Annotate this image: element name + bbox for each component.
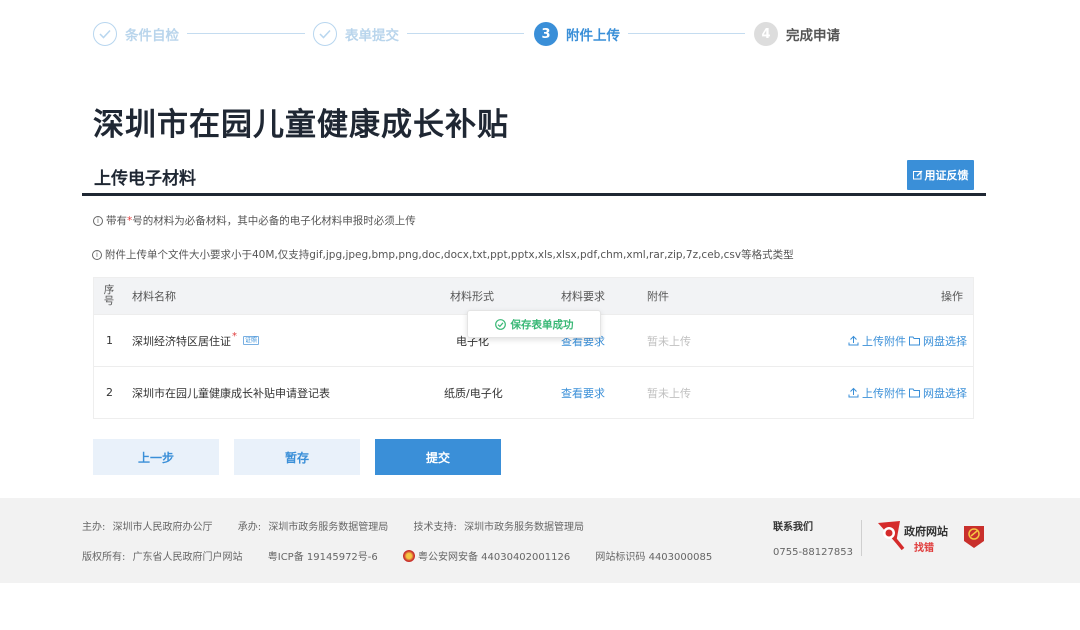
upload-icon	[848, 335, 859, 346]
copyright-value[interactable]: 广东省人民政府门户网站	[133, 552, 243, 563]
disk-select-button[interactable]: 网盘选择	[909, 367, 967, 418]
materials-table: 序 号 材料名称 材料形式 材料要求 附件 操作 1 深圳经济特区居住证*证照 …	[93, 277, 974, 419]
header-name: 材料名称	[132, 278, 176, 314]
format-note-text: 附件上传单个文件大小要求小于40M,仅支持gif,jpg,jpeg,bmp,pn…	[105, 247, 794, 262]
disk-label: 网盘选择	[923, 333, 967, 349]
step-condition-check: 条件自检	[93, 21, 179, 47]
step-label: 附件上传	[566, 24, 620, 44]
header-seq-bottom: 号	[104, 296, 115, 307]
folder-icon	[909, 388, 920, 398]
party-emblem-icon[interactable]	[963, 525, 985, 549]
row-name: 深圳经济特区居住证* 证照	[132, 315, 259, 366]
undertake-value: 深圳市政务服务数据管理局	[268, 522, 388, 533]
section-title: 上传电子材料	[94, 164, 196, 189]
format-note: i 附件上传单个文件大小要求小于40M,仅支持gif,jpg,jpeg,bmp,…	[92, 247, 794, 262]
host-label: 主办:	[82, 522, 105, 533]
row-seq: 2	[106, 367, 113, 418]
step-attachment-upload: 3 附件上传	[534, 21, 620, 47]
attachment-status: 暂未上传	[647, 315, 691, 366]
feedback-button-label: 用证反馈	[925, 167, 969, 183]
header-seq: 序 号	[102, 278, 116, 314]
material-name: 深圳市在园儿童健康成长补贴申请登记表	[132, 385, 330, 401]
disk-select-button[interactable]: 网盘选择	[909, 315, 967, 366]
header-attachment: 附件	[647, 278, 669, 314]
tech-value: 深圳市政务服务数据管理局	[464, 522, 584, 533]
site-footer: 主办: 深圳市人民政府办公厅 承办: 深圳市政务服务数据管理局 技术支持: 深圳…	[0, 498, 1080, 583]
step-complete: 4 完成申请	[754, 21, 840, 47]
upload-icon	[848, 387, 859, 398]
step-label: 完成申请	[786, 24, 840, 44]
info-icon: i	[93, 216, 103, 226]
upload-label: 上传附件	[862, 385, 906, 401]
row-seq: 1	[106, 315, 113, 366]
required-note: i 带有*号的材料为必备材料，其中必备的电子化材料申报时必须上传	[93, 213, 416, 228]
material-name: 深圳经济特区居住证	[132, 333, 231, 349]
upload-label: 上传附件	[862, 333, 906, 349]
step-connector	[407, 33, 524, 34]
step-form-submit: 表单提交	[313, 21, 399, 47]
check-icon	[313, 22, 337, 46]
certificate-badge: 证照	[243, 336, 259, 345]
table-header: 序 号 材料名称 材料形式 材料要求 附件 操作	[94, 278, 973, 314]
upload-attachment-button[interactable]: 上传附件	[848, 367, 906, 418]
row-name: 深圳市在园儿童健康成长补贴申请登记表	[132, 367, 330, 418]
logo-text-line2: 找错	[914, 539, 934, 554]
prev-step-button[interactable]: 上一步	[93, 439, 219, 475]
section-header: 上传电子材料 用证反馈	[82, 158, 986, 196]
folder-icon	[909, 336, 920, 346]
logo-text-line1: 政府网站	[904, 523, 948, 539]
required-star: *	[232, 331, 237, 342]
site-code: 网站标识码 4403000085	[595, 552, 712, 563]
success-check-icon	[495, 319, 506, 330]
required-note-prefix: 带有	[106, 213, 127, 228]
police-record[interactable]: 粤公安网安备 44030402001126	[418, 552, 570, 563]
step-connector	[628, 33, 745, 34]
footer-line-1: 主办: 深圳市人民政府办公厅 承办: 深圳市政务服务数据管理局 技术支持: 深圳…	[82, 518, 588, 533]
required-note-suffix: 号的材料为必备材料，其中必备的电子化材料申报时必须上传	[132, 213, 416, 228]
footer-divider	[861, 520, 862, 556]
save-success-toast: 保存表单成功	[467, 310, 601, 338]
undertake-label: 承办:	[238, 522, 261, 533]
tech-label: 技术支持:	[414, 522, 457, 533]
disk-label: 网盘选择	[923, 385, 967, 401]
contact-label: 联系我们	[773, 518, 813, 533]
copyright-label: 版权所有:	[82, 552, 125, 563]
gov-site-error-report-logo[interactable]: 政府网站 找错	[876, 519, 954, 553]
footer-line-2: 版权所有: 广东省人民政府门户网站 粤ICP备 19145972号-6 粤公安网…	[82, 548, 716, 563]
upload-attachment-button[interactable]: 上传附件	[848, 315, 906, 366]
header-requirement: 材料要求	[561, 278, 605, 314]
step-connector	[187, 33, 305, 34]
check-icon	[93, 22, 117, 46]
magnifier-icon	[876, 519, 906, 553]
progress-stepper: 条件自检 表单提交 3 附件上传 4 完成申请	[93, 21, 853, 47]
feedback-button[interactable]: 用证反馈	[907, 160, 974, 190]
info-icon: i	[92, 250, 102, 260]
submit-button[interactable]: 提交	[375, 439, 501, 475]
step-number: 3	[534, 22, 558, 46]
header-action: 操作	[941, 278, 963, 314]
contact-phone: 0755-88127853	[773, 547, 853, 558]
police-badge-icon	[403, 550, 415, 562]
save-draft-button[interactable]: 暂存	[234, 439, 360, 475]
step-label: 条件自检	[125, 24, 179, 44]
page-title: 深圳市在园儿童健康成长补贴	[93, 99, 509, 144]
step-label: 表单提交	[345, 24, 399, 44]
row-form: 纸质/电子化	[444, 367, 503, 418]
host-value: 深圳市人民政府办公厅	[113, 522, 213, 533]
attachment-status: 暂未上传	[647, 367, 691, 418]
edit-icon	[913, 170, 923, 180]
header-form: 材料形式	[450, 278, 494, 314]
view-requirement-link[interactable]: 查看要求	[561, 367, 605, 418]
toast-text: 保存表单成功	[511, 317, 574, 332]
icp-record[interactable]: 粤ICP备 19145972号-6	[268, 552, 378, 563]
table-row: 2 深圳市在园儿童健康成长补贴申请登记表 纸质/电子化 查看要求 暂未上传 上传…	[94, 366, 973, 418]
step-number: 4	[754, 22, 778, 46]
